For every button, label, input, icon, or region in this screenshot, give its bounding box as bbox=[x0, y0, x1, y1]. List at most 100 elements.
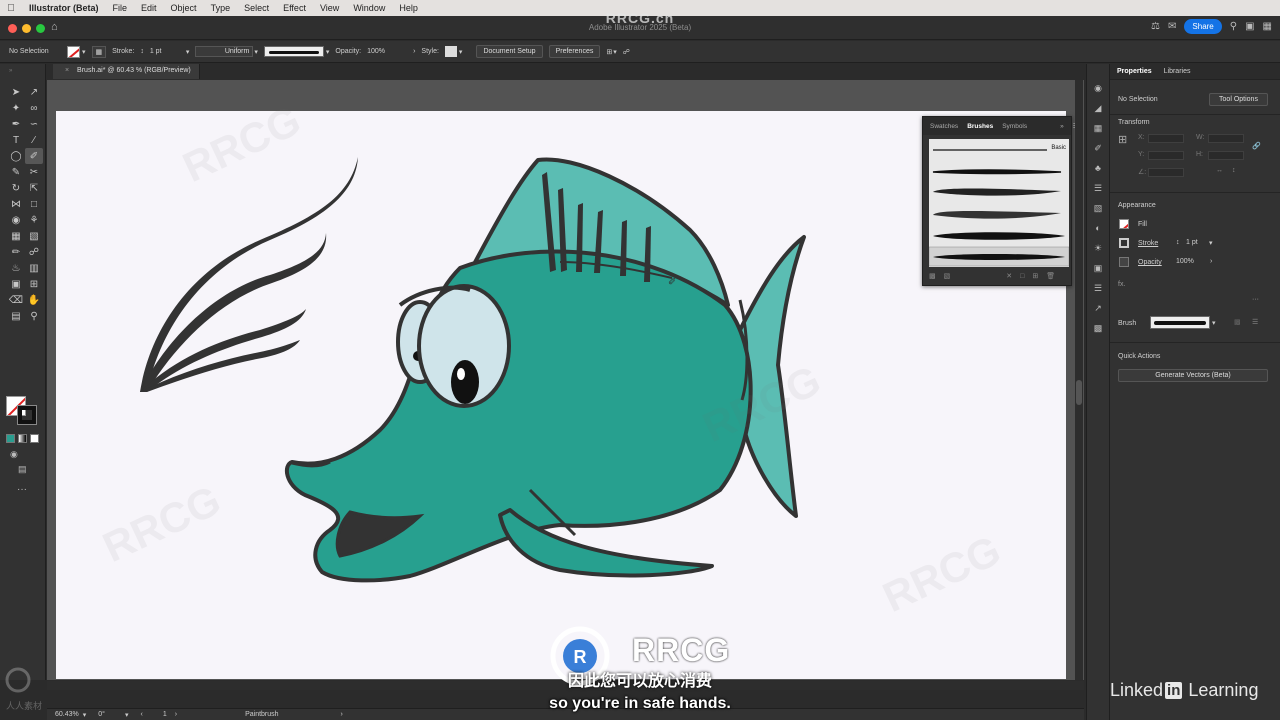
tab-libraries[interactable]: Libraries bbox=[1164, 68, 1191, 75]
color-panel-icon[interactable]: ◉ bbox=[1087, 78, 1109, 98]
fish-front-pupil bbox=[451, 360, 479, 404]
selection-state: No Selection bbox=[1118, 96, 1158, 103]
brush-item-tapered[interactable] bbox=[933, 232, 1065, 240]
color-guide-icon[interactable]: ◢ bbox=[1087, 98, 1109, 118]
brush-item-charcoal[interactable] bbox=[932, 169, 1062, 175]
svg-text:R: R bbox=[574, 647, 587, 667]
paintbrush-cursor-icon: ✐ bbox=[668, 277, 676, 288]
brush-label: Brush bbox=[1118, 320, 1137, 327]
scroll-thumb[interactable] bbox=[1076, 380, 1082, 405]
brushes-icon[interactable]: ✐ bbox=[1087, 138, 1109, 158]
flip-horizontal-icon[interactable]: ↔ bbox=[1216, 167, 1223, 174]
tab-swatches[interactable]: Swatches bbox=[930, 123, 958, 130]
properties-tabs: Properties Libraries bbox=[1110, 64, 1280, 80]
generate-vectors-button[interactable]: Generate Vectors (Beta) bbox=[1118, 369, 1268, 382]
fill-none-icon[interactable] bbox=[1119, 219, 1129, 229]
linkedin-in-badge: in bbox=[1165, 682, 1183, 699]
learning-text: Learning bbox=[1188, 680, 1259, 700]
divider bbox=[1110, 342, 1280, 343]
brush-name-basic: Basic bbox=[1051, 145, 1066, 151]
tab-brushes[interactable]: Brushes bbox=[967, 123, 993, 130]
link-proportions-icon[interactable]: 🔗 bbox=[1252, 142, 1261, 150]
brushes-panel-icon[interactable]: ☰ bbox=[1252, 318, 1258, 326]
libraries-panel-icon[interactable]: ▧ bbox=[944, 272, 951, 280]
reference-point-icon[interactable]: ⊞ bbox=[1118, 133, 1127, 146]
tool-options-button[interactable]: Tool Options bbox=[1209, 93, 1268, 106]
linkedin-text: Linked bbox=[1110, 680, 1164, 700]
brush-options-icon[interactable]: ▩ bbox=[1234, 318, 1241, 326]
flip-vertical-icon[interactable]: ↕ bbox=[1232, 167, 1236, 174]
subtitle-english: so you're in safe hands. bbox=[549, 695, 731, 712]
brush-previews bbox=[928, 141, 1070, 267]
subtitle-chinese: 因此您可以放心消费 bbox=[567, 673, 712, 690]
quick-actions-heading: Quick Actions bbox=[1118, 353, 1161, 360]
y-label: Y: bbox=[1138, 151, 1145, 158]
corner-logo: 人人素材 bbox=[4, 666, 48, 711]
x-field[interactable] bbox=[1148, 134, 1184, 143]
options-icon[interactable]: □ bbox=[1020, 273, 1024, 280]
export-icon[interactable]: ↗ bbox=[1087, 298, 1109, 318]
illustrator-window:  Illustrator (Beta) File Edit Object Ty… bbox=[0, 0, 1280, 720]
transform-heading: Transform bbox=[1118, 119, 1150, 126]
stroke-swatch-icon[interactable] bbox=[1119, 238, 1129, 248]
angle-field[interactable] bbox=[1148, 168, 1184, 177]
h-field[interactable] bbox=[1208, 151, 1244, 160]
panel-icon-strip: ◉ ◢ ▦ ✐ ♣ ☰ ▧ ◐ ☀ ▣ ☰ ↗ ▩ bbox=[1086, 64, 1110, 720]
gradient-panel-icon[interactable]: ▧ bbox=[1087, 198, 1109, 218]
tab-properties[interactable]: Properties bbox=[1117, 68, 1152, 75]
corner-logo-mark bbox=[5, 667, 31, 693]
stroke-link[interactable]: Stroke bbox=[1138, 240, 1158, 247]
opacity-value[interactable]: 100% bbox=[1176, 258, 1194, 265]
chevron-down-icon[interactable]: ▾ bbox=[1212, 319, 1216, 327]
appearance-icon[interactable]: ☀ bbox=[1087, 238, 1109, 258]
swatches-icon[interactable]: ▦ bbox=[1087, 118, 1109, 138]
brush-strokes[interactable] bbox=[140, 157, 358, 392]
panel-expand-icon[interactable]: » bbox=[1060, 123, 1064, 130]
appearance-heading: Appearance bbox=[1118, 202, 1156, 209]
angle-label: ∠: bbox=[1138, 169, 1147, 176]
opacity-link[interactable]: Opacity bbox=[1138, 259, 1162, 266]
fill-label: Fill bbox=[1138, 221, 1147, 228]
opacity-icon bbox=[1119, 257, 1129, 267]
graphic-styles-icon[interactable]: ▣ bbox=[1087, 258, 1109, 278]
layers-icon[interactable]: ☰ bbox=[1087, 278, 1109, 298]
corner-logo-text: 人人素材 bbox=[6, 701, 43, 711]
y-field[interactable] bbox=[1148, 151, 1184, 160]
remove-brush-stroke-icon[interactable]: ✕ bbox=[1006, 272, 1012, 280]
transparency-icon[interactable]: ◐ bbox=[1087, 218, 1109, 238]
stroke-stepper-icon[interactable]: ↕ bbox=[1176, 239, 1180, 246]
symbols-icon[interactable]: ♣ bbox=[1087, 158, 1109, 178]
fx-label[interactable]: fx. bbox=[1118, 281, 1125, 288]
linkedin-learning-logo: Linked in Learning bbox=[1110, 680, 1258, 701]
chevron-right-icon[interactable]: › bbox=[1210, 258, 1212, 265]
tab-symbols[interactable]: Symbols bbox=[1002, 123, 1027, 130]
w-field[interactable] bbox=[1208, 134, 1244, 143]
brush-item-basic[interactable] bbox=[929, 141, 1069, 159]
divider bbox=[1110, 114, 1280, 115]
eye-highlight bbox=[457, 368, 465, 380]
brushes-panel: Swatches Brushes Symbols » ☰ Basic ▩ bbox=[922, 116, 1079, 286]
artboards-icon[interactable]: ▩ bbox=[1087, 318, 1109, 338]
brushes-panel-tabs: Swatches Brushes Symbols » ☰ bbox=[923, 117, 1079, 135]
brush-libraries-icon[interactable]: ▩ bbox=[929, 272, 936, 280]
w-label: W: bbox=[1196, 134, 1205, 141]
h-label: H: bbox=[1196, 151, 1203, 158]
brush-preview bbox=[1154, 321, 1206, 325]
stroke-weight-value[interactable]: 1 pt bbox=[1186, 239, 1198, 246]
watermark-top: RRCG.cn bbox=[605, 10, 675, 26]
chevron-down-icon[interactable]: ▾ bbox=[1209, 239, 1213, 247]
delete-brush-icon[interactable]: 🗑 bbox=[1046, 272, 1055, 280]
properties-panel: Properties Libraries No Selection Tool O… bbox=[1110, 64, 1280, 720]
brush-item-ink-splatter[interactable] bbox=[933, 211, 1061, 219]
more-options-icon[interactable]: ··· bbox=[1252, 296, 1259, 303]
strip-header bbox=[1087, 64, 1109, 78]
x-label: X: bbox=[1138, 134, 1145, 141]
brushes-panel-footer: ▩ ▧ ✕ □ ⊞ 🗑 bbox=[929, 270, 1069, 282]
divider bbox=[1110, 192, 1280, 193]
vertical-scrollbar[interactable] bbox=[1075, 80, 1083, 680]
new-brush-icon[interactable]: ⊞ bbox=[1032, 272, 1038, 280]
brush-list: Basic bbox=[928, 139, 1070, 267]
brush-dropdown[interactable] bbox=[1150, 316, 1210, 329]
stroke-panel-icon[interactable]: ☰ bbox=[1087, 178, 1109, 198]
brush-item-chalk[interactable] bbox=[933, 188, 1061, 196]
